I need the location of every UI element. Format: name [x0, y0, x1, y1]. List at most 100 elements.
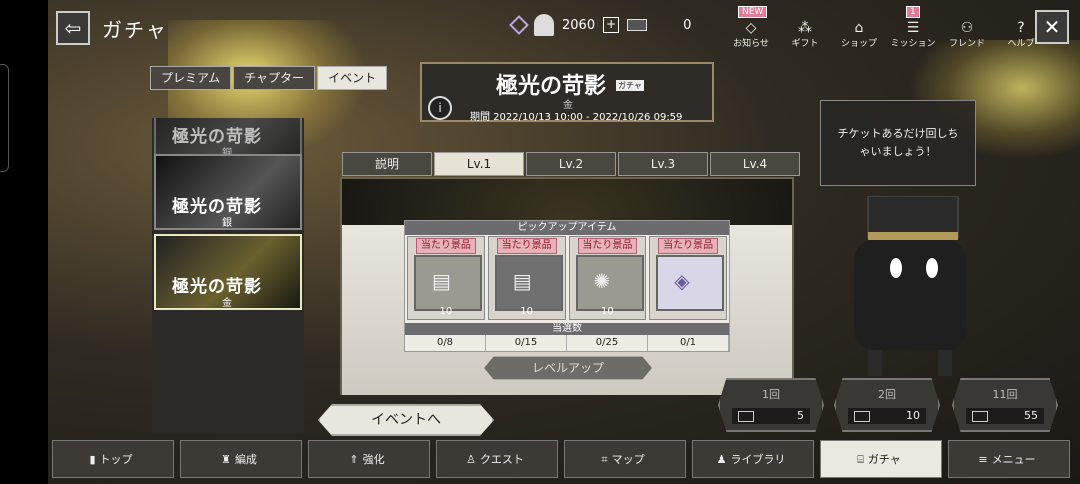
nav-library[interactable]: ♟ ライブラリ [692, 440, 814, 478]
home-icon: ▮ [89, 453, 96, 466]
book-glyph: ▤ [512, 269, 532, 293]
tab-description[interactable]: 説明 [342, 152, 432, 176]
ticket-glyph: ◈ [674, 269, 690, 293]
nav-top[interactable]: ▮ トップ [52, 440, 174, 478]
add-gem-button[interactable]: + [603, 17, 620, 33]
speech-bubble: チケットあるだけ回しちゃいましょう！ [820, 100, 976, 186]
ticket-icon [738, 411, 754, 422]
banner-rank: 銀 [222, 218, 232, 229]
tab-lv2[interactable]: Lv.2 [526, 152, 616, 176]
gift-icon: ⁂ [798, 20, 812, 36]
item-qty: 10 [439, 306, 453, 317]
win-count-header: 当選数 [405, 323, 729, 335]
nav-gacha[interactable]: ⌸ ガチャ [820, 440, 942, 478]
pickup-item[interactable]: 当たり景品 ▤ 10 [487, 236, 566, 320]
prize-label: 当たり景品 [416, 238, 476, 254]
roll-cost: 10 [848, 408, 926, 424]
pickup-item[interactable]: 当たり景品 ✺ 10 [568, 236, 647, 320]
pickup-item[interactable]: 当たり景品 ◈ [649, 236, 727, 320]
ticket-icon [972, 411, 988, 422]
item-qty: 10 [520, 306, 533, 317]
map-icon: ⌗ [601, 453, 608, 466]
banner-rank: 金 [222, 298, 232, 309]
tab-lv4[interactable]: Lv.4 [710, 152, 800, 176]
banner-gold[interactable]: 極光の苛影金 [154, 234, 302, 310]
gacha-icon: ⌸ [857, 453, 864, 466]
pinwheel-glyph: ✺ [593, 269, 611, 293]
roll-cost-value: 10 [906, 409, 920, 422]
banner-title: 極光の苛影 [172, 277, 262, 297]
nav-formation[interactable]: ♜ 編成 [180, 440, 302, 478]
nav-menu[interactable]: ≡ メニュー [948, 440, 1070, 478]
news-button[interactable]: NEW ◇ お知らせ [728, 6, 774, 49]
formation-icon: ♜ [221, 453, 231, 466]
shop-button[interactable]: ⌂ ショップ [836, 6, 882, 49]
gacha-tag: ガチャ [616, 80, 644, 91]
win-count: 0/8 [405, 335, 486, 351]
device-left-rail [0, 0, 48, 484]
nav-label: ガチャ [867, 453, 901, 466]
roll-label: 11回 [992, 388, 1018, 401]
tab-lv3[interactable]: Lv.3 [618, 152, 708, 176]
mission-button[interactable]: 1 ☰ ミッション [890, 6, 936, 49]
tab-chapter[interactable]: チャプター [233, 66, 316, 90]
new-badge: NEW [738, 6, 768, 18]
nav-label: マップ [611, 453, 645, 466]
info-button[interactable]: i [428, 96, 452, 120]
bell-icon: ◇ [745, 20, 757, 36]
mission-label: ミッション [890, 39, 936, 49]
ghost-icon [534, 14, 554, 36]
info-icon: i [438, 101, 442, 115]
roll-11-button[interactable]: 11回 55 [952, 378, 1058, 432]
friend-label: フレンド [948, 39, 985, 49]
nav-label: クエスト [479, 453, 524, 466]
nav-label: トップ [99, 453, 133, 466]
level-up-button[interactable]: レベルアップ [484, 356, 652, 380]
roll-1-button[interactable]: 1回 5 [718, 378, 824, 432]
win-count: 0/1 [648, 335, 729, 351]
tab-lv1[interactable]: Lv.1 [434, 152, 524, 176]
shop-label: ショップ [840, 39, 877, 49]
help-label: ヘルプ [1007, 39, 1035, 49]
back-button[interactable]: ⇦ [56, 11, 90, 45]
gacha-period: 期間 2022/10/13 10:00 - 2022/10/26 09:59 [470, 112, 683, 123]
close-button[interactable]: ✕ [1035, 10, 1069, 44]
book-glyph: ▤ [432, 269, 451, 293]
roll-cost-value: 5 [797, 409, 804, 422]
item-qty: 10 [601, 306, 614, 317]
help-icon: ? [1017, 20, 1025, 36]
roll-label: 1回 [762, 388, 780, 401]
roll-cost-value: 55 [1024, 409, 1038, 422]
menu-icon: ≡ [978, 453, 988, 466]
banner-title: 極光の苛影 [172, 197, 262, 217]
win-count: 0/15 [486, 335, 567, 351]
pickup-item[interactable]: 当たり景品 ▤ 10 [407, 236, 485, 320]
tab-premium[interactable]: プレミアム [150, 66, 232, 90]
gem-icon [509, 15, 529, 35]
nav-label: ライブラリ [730, 453, 786, 466]
tab-event[interactable]: イベント [317, 66, 388, 90]
go-event-button[interactable]: イベントへ [318, 404, 494, 436]
gift-button[interactable]: ⁂ ギフト [782, 6, 828, 49]
prize-label: 当たり景品 [658, 238, 718, 254]
nav-quest[interactable]: ♙ クエスト [436, 440, 558, 478]
nav-upgrade[interactable]: ⇑ 強化 [308, 440, 430, 478]
win-count: 0/25 [567, 335, 648, 351]
pickup-panel: ピックアップアイテム 当たり景品 ▤ 10 当たり景品 ▤ 10 当たり景品 ✺ 10 当た… [404, 220, 730, 352]
news-label: お知らせ [733, 39, 769, 49]
roll-2-button[interactable]: 2回 10 [834, 378, 940, 432]
roll-label: 2回 [878, 388, 896, 401]
banner-list: 極光の苛影銅 極光の苛影銀 極光の苛影金 [152, 118, 304, 434]
level-tabs: 説明 Lv.1 Lv.2 Lv.3 Lv.4 [342, 152, 800, 176]
rail-handle [0, 64, 9, 172]
top-bar: ⇦ ガチャ [56, 10, 168, 46]
banner-silver[interactable]: 極光の苛影銀 [154, 154, 302, 230]
friend-icon: ⚇ [960, 20, 974, 36]
prize-label: 当たり景品 [577, 238, 638, 254]
close-icon: ✕ [1043, 15, 1061, 39]
shop-icon: ⌂ [854, 20, 864, 36]
ticket-count: 0 [683, 17, 692, 33]
nav-map[interactable]: ⌗ マップ [564, 440, 686, 478]
ticket-icon [656, 255, 725, 311]
friend-button[interactable]: ⚇ フレンド [944, 6, 990, 49]
